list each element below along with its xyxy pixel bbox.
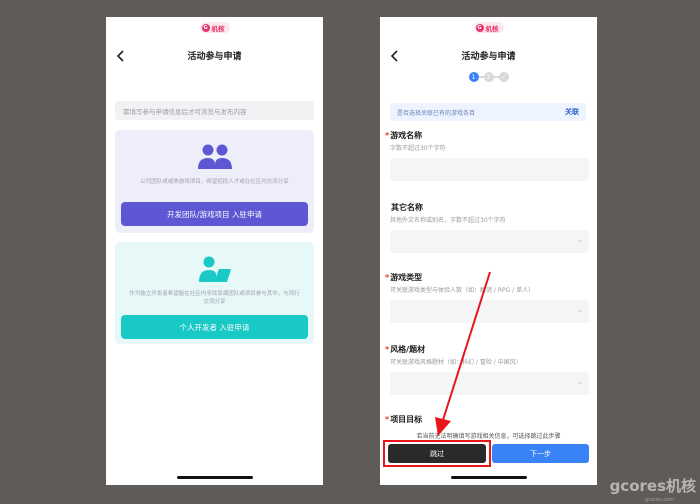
field-label: 其它名称	[391, 203, 423, 212]
link-button[interactable]: 关联	[565, 107, 579, 117]
game-name-field: *游戏名称 字数不超过30个字符	[385, 130, 589, 181]
logo-text: 机核	[485, 24, 499, 33]
page-title: 活动参与申请	[187, 52, 242, 62]
left-phone-screen: G 机核 活动参与申请 需填写参与申请信息后才可浏览与发布内容 公司团队或或熟游…	[106, 17, 323, 485]
hint-box: 需填写参与申请信息后才可浏览与发布内容	[115, 101, 314, 120]
logo-text: 机核	[211, 24, 225, 33]
developer-icon	[195, 254, 235, 284]
chevron-down-icon: ⌄	[576, 377, 583, 386]
step-1: 1	[468, 72, 479, 82]
logo-mark: G	[201, 23, 210, 32]
page-title: 活动参与申请	[461, 52, 516, 62]
watermark: gcores机核	[609, 477, 696, 495]
project-goal-field: *项目目标	[385, 414, 589, 425]
chevron-down-icon: ⌄	[576, 305, 583, 314]
field-label: *游戏类型	[385, 273, 423, 282]
field-label: *风格/题材	[385, 345, 426, 354]
nav-bar: 活动参与申请	[106, 47, 323, 65]
step-2: 2	[483, 72, 494, 82]
game-type-field: *游戏类型 可关联游戏类型与体验人数（如：解谜 / RPG / 单人） ⌄	[385, 272, 589, 323]
nav-bar: 活动参与申请	[380, 47, 597, 65]
field-hint: 可关联游戏风格题材（如：科幻 / 冒险 / 中国风）	[390, 359, 522, 366]
alt-name-field: 其它名称 其他外文名称或别名，字数不超过30个字符 ⌄	[385, 202, 589, 253]
home-indicator	[450, 476, 527, 479]
skip-button[interactable]: 跳过	[388, 444, 486, 463]
next-step-button[interactable]: 下一步	[492, 444, 589, 463]
team-apply-card: 公司团队或或熟游戏项目，希望招揽人才或在社区内交流分享 开发团队/游戏项目 入驻…	[115, 130, 314, 233]
skip-notice: 若当前无法明确填写游戏相关信息，可选择跳过此步骤	[416, 433, 561, 440]
game-type-select[interactable]: ⌄	[390, 300, 589, 323]
link-existing-game-bar: 是否选择关联已有的游戏条目 关联	[390, 103, 586, 121]
link-bar-text: 是否选择关联已有的游戏条目	[397, 109, 476, 117]
watermark-sub: gcores.com	[645, 497, 674, 503]
step-done: ✓	[498, 72, 509, 82]
indie-apply-button[interactable]: 个人开发者 入驻申请	[121, 315, 308, 339]
field-label: *项目目标	[385, 415, 423, 424]
indie-card-description: 作为独立开发者希望能在社区内寻找靠谱团队或项目参与其中，与同行交流分享	[129, 291, 300, 305]
game-name-input[interactable]	[390, 158, 589, 181]
field-hint: 可关联游戏类型与体验人数（如：解谜 / RPG / 单人）	[390, 287, 535, 294]
right-phone-screen: G 机核 活动参与申请 1 2 ✓ 是否选择关联已有的游戏条目 关联 *游戏名称…	[380, 17, 597, 485]
field-hint: 字数不超过30个字符	[390, 145, 446, 152]
style-theme-field: *风格/题材 可关联游戏风格题材（如：科幻 / 冒险 / 中国风） ⌄	[385, 344, 589, 395]
field-hint: 其他外文名称或别名，字数不超过30个字符	[390, 217, 506, 224]
team-card-description: 公司团队或或熟游戏项目，希望招揽人才或在社区内交流分享	[140, 179, 289, 185]
style-theme-select[interactable]: ⌄	[390, 372, 589, 395]
progress-stepper: 1 2 ✓	[468, 72, 509, 82]
indie-apply-card: 作为独立开发者希望能在社区内寻找靠谱团队或项目参与其中，与同行交流分享 个人开发…	[115, 242, 314, 344]
home-indicator	[176, 476, 253, 479]
chevron-down-icon: ⌄	[576, 235, 583, 244]
team-icon	[195, 142, 235, 172]
alt-name-select[interactable]: ⌄	[390, 230, 589, 253]
app-logo: G 机核	[199, 22, 230, 33]
app-logo: G 机核	[473, 22, 504, 33]
field-label: *游戏名称	[385, 131, 423, 140]
team-apply-button[interactable]: 开发团队/游戏项目 入驻申请	[121, 202, 308, 226]
logo-mark: G	[475, 23, 484, 32]
